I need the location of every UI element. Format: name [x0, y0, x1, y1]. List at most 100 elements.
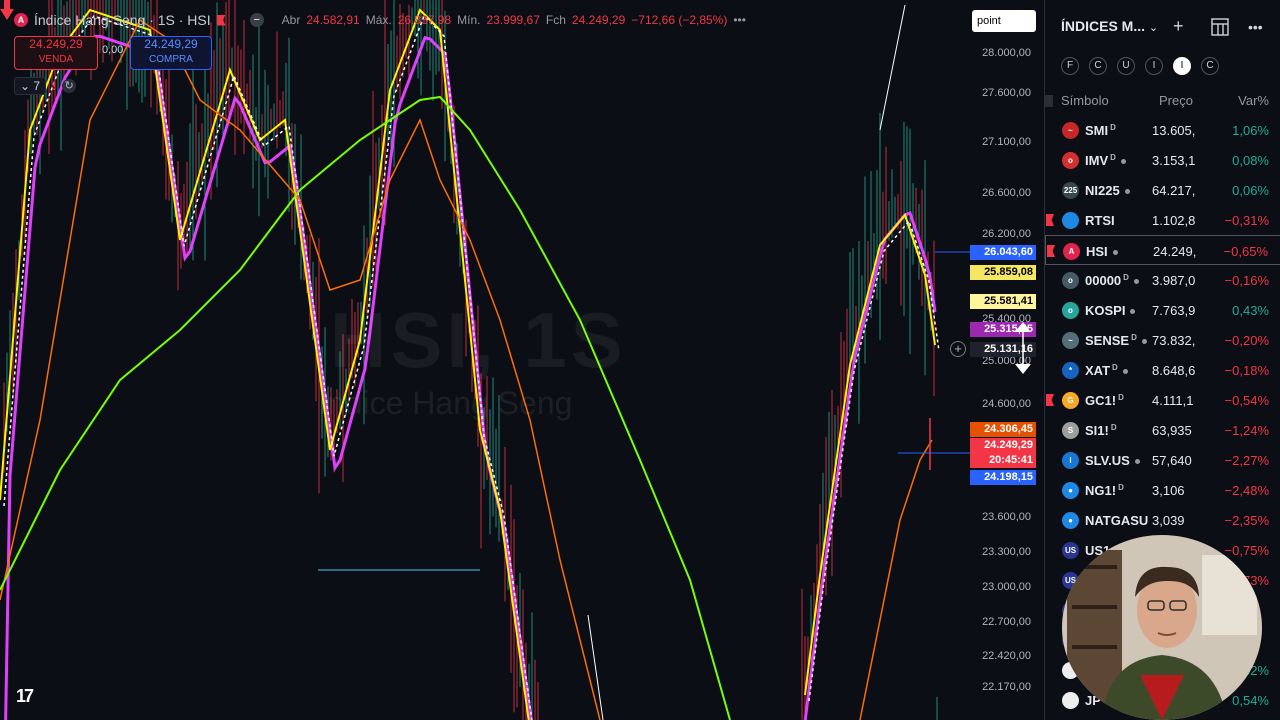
filter-chip[interactable]: F	[1061, 57, 1079, 75]
watchlist-row[interactable]: RTSI 1.102,8 −0,31%	[1045, 205, 1280, 235]
row-change: −1,24%	[1224, 423, 1269, 438]
more-options-icon[interactable]: •••	[1248, 19, 1263, 35]
price-axis-label: 28.000,00	[982, 47, 1031, 59]
drag-handle-icon[interactable]	[1045, 93, 1053, 110]
symbol-title[interactable]: Índice Hang Seng · 1S · HSI	[34, 12, 211, 28]
watchlist-row[interactable]: o KOSPI 7.763,9 0,43%	[1045, 295, 1280, 325]
watchlist-row[interactable]: o IMV D 3.153,1 0,08%	[1045, 145, 1280, 175]
filter-chip[interactable]: C	[1201, 57, 1219, 75]
watchlist-row[interactable]: A HSI 24.249, −0,65%	[1045, 235, 1280, 265]
watchlist-row[interactable]: o 00000 D 3.987,0 −0,16%	[1045, 265, 1280, 295]
watchlist-row[interactable]: i SLV.US 57,640 −2,27%	[1045, 445, 1280, 475]
resize-arrows-icon[interactable]	[1014, 322, 1032, 374]
watchlist-row[interactable]: ~ SMI D 13.605, 1,06%	[1045, 115, 1280, 145]
row-price: 3,039	[1152, 513, 1185, 528]
watchlist-row[interactable]: ● NG1! D 3,106 −2,48%	[1045, 475, 1280, 505]
row-change: −0,16%	[1224, 273, 1269, 288]
row-flag-icon[interactable]	[1046, 514, 1054, 526]
filter-chip[interactable]: I	[1173, 57, 1191, 75]
price-axis-label: 23.300,00	[982, 546, 1031, 558]
sell-button[interactable]: 24.249,29 VENDA	[14, 36, 98, 70]
tradingview-logo-icon[interactable]: 17	[16, 686, 34, 707]
row-symbol: 00000	[1085, 273, 1122, 288]
row-flag-icon[interactable]	[1046, 604, 1054, 616]
symbol-logo-icon: G	[1062, 392, 1079, 409]
price-tag[interactable]: 24.198,15	[970, 470, 1036, 485]
high-value: 26.837,98	[397, 13, 452, 27]
price-axis-label: 23.000,00	[982, 581, 1031, 593]
row-flag-icon[interactable]	[1047, 245, 1055, 257]
buy-button[interactable]: 24.249,29 COMPRA	[130, 36, 212, 70]
row-symbol-cell: NI225	[1085, 183, 1130, 198]
chart-area[interactable]: HSI, 1S Índice Hang Seng A Índice Hang S…	[0, 0, 1040, 720]
symbol-logo-icon: ~	[1062, 332, 1079, 349]
column-symbol[interactable]: Símbolo	[1061, 93, 1109, 108]
filter-chip[interactable]: I	[1145, 57, 1163, 75]
watchlist-row[interactable]: G GC1! D 4.111,1 −0,54%	[1045, 385, 1280, 415]
crosshair-add-icon[interactable]: +	[950, 341, 966, 357]
row-flag-icon[interactable]	[1046, 214, 1054, 226]
row-flag-icon[interactable]	[1046, 304, 1054, 316]
row-flag-icon[interactable]	[1046, 484, 1054, 496]
chevron-down-icon: ⌄	[20, 79, 34, 93]
row-price: 57,640	[1152, 453, 1192, 468]
row-flag-icon[interactable]	[1046, 394, 1054, 406]
chart-legend: A Índice Hang Seng · 1S · HSI − Abr 24.58…	[14, 10, 746, 30]
row-flag-icon[interactable]	[1046, 664, 1054, 676]
presenter-video-image	[1062, 535, 1262, 720]
price-axis-label: 27.100,00	[982, 136, 1031, 148]
row-change: 0,06%	[1232, 183, 1269, 198]
filter-chip[interactable]: U	[1117, 57, 1135, 75]
row-flag-icon[interactable]	[1046, 544, 1054, 556]
refresh-icon[interactable]: ↻	[62, 79, 77, 93]
row-symbol-cell: SLV.US	[1085, 453, 1140, 468]
symbol-logo-icon: o	[1062, 302, 1079, 319]
price-tag[interactable]: 24.249,29	[970, 438, 1036, 453]
warning-icon[interactable]: !	[52, 79, 56, 93]
watchlist-row[interactable]: ● NATGASU 3,039 −2,35%	[1045, 505, 1280, 535]
watchlist-title[interactable]: ÍNDICES M... ⌄	[1061, 18, 1158, 34]
market-status-dot	[1141, 339, 1147, 345]
row-flag-icon[interactable]	[1046, 454, 1054, 466]
trend-line	[879, 4, 906, 131]
delayed-badge: D	[1118, 393, 1124, 402]
row-price: 63,935	[1152, 423, 1192, 438]
low-label: Mín.	[457, 13, 481, 27]
symbol-logo-icon: ●	[1062, 512, 1079, 529]
watchlist-row[interactable]: ~ SENSE D 73.832, −0,20%	[1045, 325, 1280, 355]
symbol-logo-icon: o	[1062, 272, 1079, 289]
advanced-view-icon[interactable]	[1211, 18, 1229, 36]
row-flag-icon[interactable]	[1046, 274, 1054, 286]
row-flag-icon[interactable]	[1046, 694, 1054, 706]
watchlist-row[interactable]: * XAT D 8.648,6 −0,18%	[1045, 355, 1280, 385]
row-flag-icon[interactable]	[1046, 364, 1054, 376]
watchlist-row[interactable]: S SI1! D 63,935 −1,24%	[1045, 415, 1280, 445]
price-tag[interactable]: 20:45:41	[970, 453, 1036, 468]
price-axis-label: 22.170,00	[982, 681, 1031, 693]
row-price: 8.648,6	[1152, 363, 1196, 378]
add-symbol-icon[interactable]: +	[1173, 16, 1184, 37]
price-tag[interactable]: 25.581,41	[970, 294, 1036, 309]
price-tag[interactable]: 24.306,45	[970, 422, 1036, 437]
more-dots-icon[interactable]: •••	[733, 13, 746, 27]
indicators-toggle[interactable]: ⌄ 7	[14, 77, 47, 95]
market-status-dot	[1134, 459, 1140, 465]
row-flag-icon[interactable]	[1046, 634, 1054, 646]
open-value: 24.582,91	[306, 13, 360, 27]
row-flag-icon[interactable]	[1046, 574, 1054, 586]
column-change[interactable]: Var%	[1238, 93, 1269, 108]
price-tag[interactable]: 26.043,60	[970, 245, 1036, 260]
row-flag-icon[interactable]	[1046, 154, 1054, 166]
row-flag-icon[interactable]	[1046, 424, 1054, 436]
red-flag-icon[interactable]	[216, 14, 226, 26]
row-flag-icon[interactable]	[1046, 124, 1054, 136]
hide-legend-button[interactable]: −	[249, 13, 264, 27]
watchlist-row[interactable]: 225 NI225 64.217, 0,06%	[1045, 175, 1280, 205]
row-flag-icon[interactable]	[1046, 184, 1054, 196]
row-flag-icon[interactable]	[1046, 334, 1054, 346]
column-price[interactable]: Preço	[1159, 93, 1193, 108]
spread-value: 0,00	[102, 44, 124, 56]
price-tag[interactable]: 25.859,08	[970, 265, 1036, 280]
symbol-logo-icon: o	[1062, 152, 1079, 169]
filter-chip[interactable]: C	[1089, 57, 1107, 75]
